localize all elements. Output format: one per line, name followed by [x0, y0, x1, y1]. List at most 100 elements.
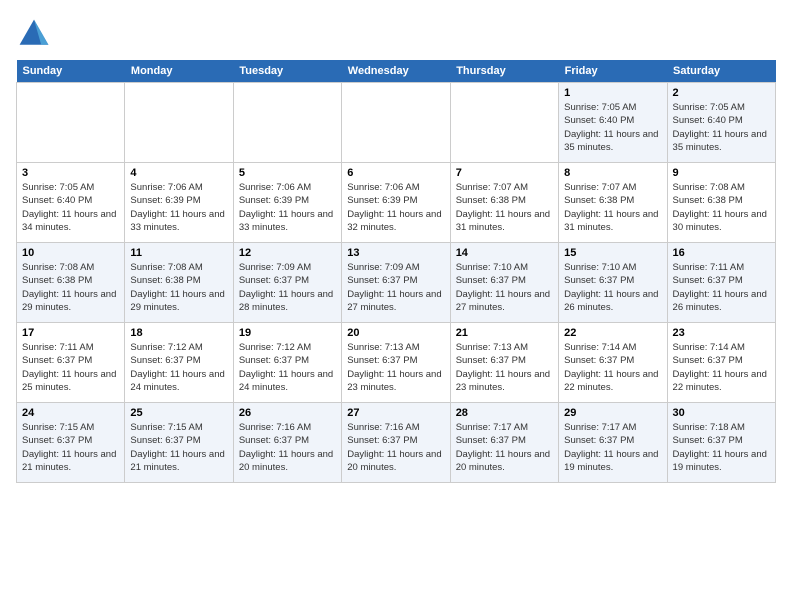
- cell-w4-d2: 19 Sunrise: 7:12 AM Sunset: 6:37 PM Dayli…: [233, 323, 341, 403]
- calendar-header: SundayMondayTuesdayWednesdayThursdayFrid…: [17, 60, 776, 83]
- cell-w3-d2: 12 Sunrise: 7:09 AM Sunset: 6:37 PM Dayli…: [233, 243, 341, 323]
- day-number: 12: [239, 247, 336, 259]
- cell-w5-d3: 27 Sunrise: 7:16 AM Sunset: 6:37 PM Dayli…: [342, 403, 450, 483]
- week-row-4: 17Sunrise: 7:11 AM Sunset: 6:37 PM Dayli…: [17, 323, 776, 403]
- logo-icon: [16, 16, 52, 52]
- cell-w4-d6: 23 Sunrise: 7:14 AM Sunset: 6:37 PM Dayli…: [667, 323, 775, 403]
- logo: [16, 16, 56, 52]
- day-number: 6: [347, 167, 444, 179]
- day-info: Sunrise: 7:05 AM Sunset: 6:40 PM Dayligh…: [673, 101, 770, 154]
- day-info: Sunrise: 7:14 AM Sunset: 6:37 PM Dayligh…: [564, 341, 661, 394]
- week-row-3: 10 Sunrise: 7:08 AM Sunset: 6:38 PM Dayli…: [17, 243, 776, 323]
- day-number: 28: [456, 407, 553, 419]
- day-number: 23: [673, 327, 770, 339]
- day-info: Sunrise: 7:07 AM Sunset: 6:38 PM Dayligh…: [456, 181, 553, 234]
- header-wednesday: Wednesday: [342, 60, 450, 83]
- cell-w1-d6: 2 Sunrise: 7:05 AM Sunset: 6:40 PM Daylig…: [667, 83, 775, 163]
- cell-w4-d4: 21Sunrise: 7:13 AM Sunset: 6:37 PM Dayli…: [450, 323, 558, 403]
- day-info: Sunrise: 7:11 AM Sunset: 6:37 PM Dayligh…: [673, 261, 770, 314]
- header-sunday: Sunday: [17, 60, 125, 83]
- day-number: 19: [239, 327, 336, 339]
- cell-w4-d5: 22 Sunrise: 7:14 AM Sunset: 6:37 PM Dayli…: [559, 323, 667, 403]
- cell-w4-d3: 20 Sunrise: 7:13 AM Sunset: 6:37 PM Dayli…: [342, 323, 450, 403]
- cell-w3-d0: 10 Sunrise: 7:08 AM Sunset: 6:38 PM Dayli…: [17, 243, 125, 323]
- cell-w2-d5: 8Sunrise: 7:07 AM Sunset: 6:38 PM Daylig…: [559, 163, 667, 243]
- calendar-body: 1 Sunrise: 7:05 AM Sunset: 6:40 PM Daylig…: [17, 83, 776, 483]
- cell-w3-d3: 13Sunrise: 7:09 AM Sunset: 6:37 PM Dayli…: [342, 243, 450, 323]
- day-info: Sunrise: 7:15 AM Sunset: 6:37 PM Dayligh…: [130, 421, 227, 474]
- cell-w2-d1: 4 Sunrise: 7:06 AM Sunset: 6:39 PM Daylig…: [125, 163, 233, 243]
- calendar-table: SundayMondayTuesdayWednesdayThursdayFrid…: [16, 60, 776, 483]
- day-info: Sunrise: 7:12 AM Sunset: 6:37 PM Dayligh…: [130, 341, 227, 394]
- page-header: [16, 16, 776, 52]
- day-info: Sunrise: 7:10 AM Sunset: 6:37 PM Dayligh…: [564, 261, 661, 314]
- cell-w3-d5: 15 Sunrise: 7:10 AM Sunset: 6:37 PM Dayli…: [559, 243, 667, 323]
- day-number: 20: [347, 327, 444, 339]
- cell-w2-d0: 3Sunrise: 7:05 AM Sunset: 6:40 PM Daylig…: [17, 163, 125, 243]
- day-number: 26: [239, 407, 336, 419]
- day-info: Sunrise: 7:17 AM Sunset: 6:37 PM Dayligh…: [456, 421, 553, 474]
- day-number: 8: [564, 167, 661, 179]
- day-number: 10: [22, 247, 119, 259]
- week-row-1: 1 Sunrise: 7:05 AM Sunset: 6:40 PM Daylig…: [17, 83, 776, 163]
- header-thursday: Thursday: [450, 60, 558, 83]
- cell-w1-d0: [17, 83, 125, 163]
- header-saturday: Saturday: [667, 60, 775, 83]
- cell-w2-d4: 7 Sunrise: 7:07 AM Sunset: 6:38 PM Daylig…: [450, 163, 558, 243]
- cell-w1-d1: [125, 83, 233, 163]
- day-info: Sunrise: 7:08 AM Sunset: 6:38 PM Dayligh…: [130, 261, 227, 314]
- cell-w1-d4: [450, 83, 558, 163]
- day-number: 24: [22, 407, 119, 419]
- day-number: 16: [673, 247, 770, 259]
- header-tuesday: Tuesday: [233, 60, 341, 83]
- day-number: 27: [347, 407, 444, 419]
- day-info: Sunrise: 7:17 AM Sunset: 6:37 PM Dayligh…: [564, 421, 661, 474]
- day-info: Sunrise: 7:14 AM Sunset: 6:37 PM Dayligh…: [673, 341, 770, 394]
- day-number: 5: [239, 167, 336, 179]
- day-info: Sunrise: 7:05 AM Sunset: 6:40 PM Dayligh…: [564, 101, 661, 154]
- cell-w5-d1: 25 Sunrise: 7:15 AM Sunset: 6:37 PM Dayli…: [125, 403, 233, 483]
- header-row: SundayMondayTuesdayWednesdayThursdayFrid…: [17, 60, 776, 83]
- cell-w4-d1: 18 Sunrise: 7:12 AM Sunset: 6:37 PM Dayli…: [125, 323, 233, 403]
- day-number: 29: [564, 407, 661, 419]
- header-monday: Monday: [125, 60, 233, 83]
- cell-w4-d0: 17Sunrise: 7:11 AM Sunset: 6:37 PM Dayli…: [17, 323, 125, 403]
- day-info: Sunrise: 7:05 AM Sunset: 6:40 PM Dayligh…: [22, 181, 119, 234]
- day-number: 11: [130, 247, 227, 259]
- day-info: Sunrise: 7:16 AM Sunset: 6:37 PM Dayligh…: [239, 421, 336, 474]
- cell-w2-d6: 9 Sunrise: 7:08 AM Sunset: 6:38 PM Daylig…: [667, 163, 775, 243]
- cell-w5-d0: 24 Sunrise: 7:15 AM Sunset: 6:37 PM Dayli…: [17, 403, 125, 483]
- cell-w2-d2: 5 Sunrise: 7:06 AM Sunset: 6:39 PM Daylig…: [233, 163, 341, 243]
- day-number: 25: [130, 407, 227, 419]
- header-friday: Friday: [559, 60, 667, 83]
- cell-w5-d4: 28 Sunrise: 7:17 AM Sunset: 6:37 PM Dayli…: [450, 403, 558, 483]
- day-number: 2: [673, 87, 770, 99]
- day-info: Sunrise: 7:16 AM Sunset: 6:37 PM Dayligh…: [347, 421, 444, 474]
- day-info: Sunrise: 7:08 AM Sunset: 6:38 PM Dayligh…: [22, 261, 119, 314]
- day-info: Sunrise: 7:10 AM Sunset: 6:37 PM Dayligh…: [456, 261, 553, 314]
- cell-w3-d1: 11 Sunrise: 7:08 AM Sunset: 6:38 PM Dayli…: [125, 243, 233, 323]
- day-info: Sunrise: 7:06 AM Sunset: 6:39 PM Dayligh…: [239, 181, 336, 234]
- day-number: 30: [673, 407, 770, 419]
- day-number: 4: [130, 167, 227, 179]
- week-row-2: 3Sunrise: 7:05 AM Sunset: 6:40 PM Daylig…: [17, 163, 776, 243]
- day-number: 17: [22, 327, 119, 339]
- day-info: Sunrise: 7:09 AM Sunset: 6:37 PM Dayligh…: [239, 261, 336, 314]
- cell-w2-d3: 6 Sunrise: 7:06 AM Sunset: 6:39 PM Daylig…: [342, 163, 450, 243]
- day-number: 9: [673, 167, 770, 179]
- cell-w3-d4: 14Sunrise: 7:10 AM Sunset: 6:37 PM Dayli…: [450, 243, 558, 323]
- cell-w5-d2: 26 Sunrise: 7:16 AM Sunset: 6:37 PM Dayli…: [233, 403, 341, 483]
- day-info: Sunrise: 7:15 AM Sunset: 6:37 PM Dayligh…: [22, 421, 119, 474]
- day-number: 22: [564, 327, 661, 339]
- day-info: Sunrise: 7:08 AM Sunset: 6:38 PM Dayligh…: [673, 181, 770, 234]
- day-info: Sunrise: 7:13 AM Sunset: 6:37 PM Dayligh…: [347, 341, 444, 394]
- day-info: Sunrise: 7:12 AM Sunset: 6:37 PM Dayligh…: [239, 341, 336, 394]
- day-number: 1: [564, 87, 661, 99]
- cell-w5-d5: 29 Sunrise: 7:17 AM Sunset: 6:37 PM Dayli…: [559, 403, 667, 483]
- day-number: 7: [456, 167, 553, 179]
- day-number: 18: [130, 327, 227, 339]
- day-number: 15: [564, 247, 661, 259]
- day-info: Sunrise: 7:06 AM Sunset: 6:39 PM Dayligh…: [130, 181, 227, 234]
- day-number: 13: [347, 247, 444, 259]
- day-info: Sunrise: 7:06 AM Sunset: 6:39 PM Dayligh…: [347, 181, 444, 234]
